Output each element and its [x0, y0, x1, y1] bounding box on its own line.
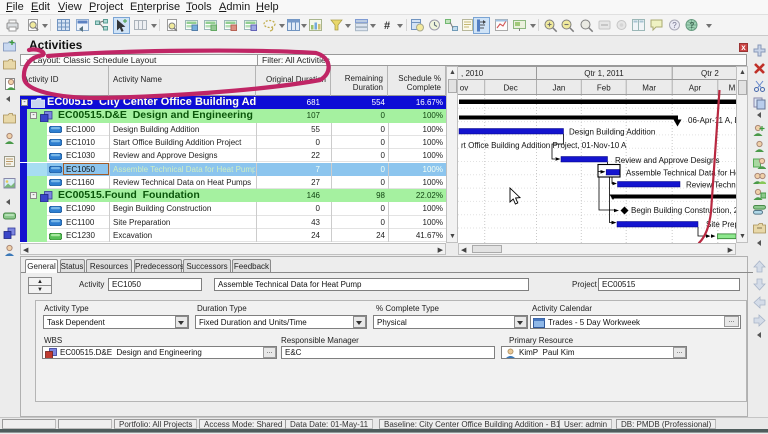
svg-text:06-Apr-11 A, E: 06-Apr-11 A, E	[688, 116, 736, 125]
svg-text:Begin Building Construction, 2: Begin Building Construction, 28-	[631, 206, 736, 215]
svg-text:Apr: Apr	[689, 84, 702, 93]
svg-text:Qtr 1, 2011: Qtr 1, 2011	[584, 69, 624, 78]
svg-text:Feb: Feb	[597, 84, 611, 93]
svg-text:Dec: Dec	[503, 84, 517, 93]
svg-text:, 2010: , 2010	[461, 69, 484, 78]
svg-text:Review Techni: Review Techni	[686, 181, 736, 190]
svg-text:Qtr 2: Qtr 2	[701, 69, 719, 78]
svg-text:ov: ov	[460, 84, 468, 93]
svg-text:M: M	[729, 84, 736, 93]
svg-text:Assemble Technical Data for He: Assemble Technical Data for Hea	[626, 169, 736, 178]
svg-text:Jan: Jan	[552, 84, 565, 93]
svg-text:?: ?	[690, 21, 695, 30]
svg-text:rt Office Building Addition Pr: rt Office Building Addition Project, 01-…	[461, 141, 627, 150]
svg-text:?: ?	[672, 21, 677, 30]
svg-text:Mar: Mar	[642, 84, 656, 93]
svg-text:Design Building Addition: Design Building Addition	[569, 128, 655, 137]
svg-text:Review and Approve Designs: Review and Approve Designs	[615, 156, 720, 165]
